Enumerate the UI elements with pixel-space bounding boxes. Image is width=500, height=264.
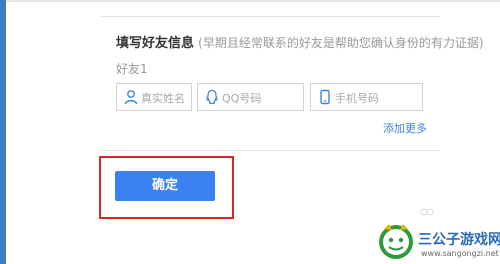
qq-number-placeholder: QQ号码	[222, 92, 262, 105]
watermark-url: www.sangongzi.net	[421, 249, 499, 258]
qq-number-input[interactable]: QQ号码	[197, 83, 304, 111]
watermark-title: 三公子游戏网	[418, 232, 500, 248]
section-divider	[100, 150, 440, 151]
loading-icon	[420, 208, 434, 216]
qq-icon	[206, 89, 218, 105]
person-icon	[124, 90, 138, 105]
window-top-border	[0, 0, 500, 2]
scrollbar[interactable]	[0, 0, 6, 264]
real-name-placeholder: 真实姓名	[141, 92, 185, 105]
form-hint: (早期且经常联系的好友是帮助您确认身份的有力证据)	[198, 36, 484, 50]
add-more-link[interactable]: 添加更多	[383, 120, 427, 136]
phone-number-placeholder: 手机号码	[335, 92, 379, 105]
real-name-input[interactable]: 真实姓名	[116, 83, 192, 111]
top-divider	[100, 16, 440, 17]
phone-icon	[320, 89, 330, 105]
friend-label: 好友1	[116, 62, 148, 76]
phone-number-input[interactable]: 手机号码	[310, 83, 423, 111]
confirm-button[interactable]: 确定	[115, 171, 215, 201]
section-title: 填写好友信息 (早期且经常联系的好友是帮助您确认身份的有力证据)	[116, 32, 484, 51]
form-title: 填写好友信息	[116, 36, 195, 51]
watermark-logo-icon	[379, 224, 413, 259]
